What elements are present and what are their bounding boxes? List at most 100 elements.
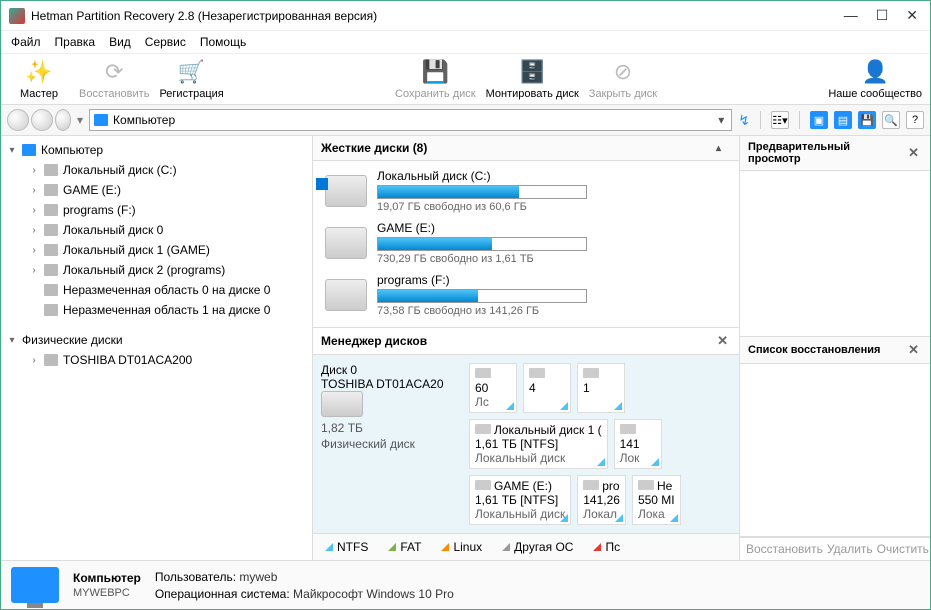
disk-mount-icon: 🗄️ — [516, 58, 548, 86]
refresh-icon[interactable]: ↯ — [738, 112, 750, 129]
part-icon — [638, 480, 654, 490]
hdd-icon — [44, 354, 58, 366]
drive-name: GAME (E:) — [377, 221, 727, 235]
tree-item[interactable]: ›Локальный диск 2 (programs) — [23, 260, 312, 280]
tree-item[interactable]: ›TOSHIBA DT01ACA200 — [23, 350, 312, 370]
recover-action[interactable]: Восстановить — [746, 542, 823, 556]
close-icon[interactable]: ✕ — [905, 145, 922, 161]
save-icon[interactable]: 💾 — [858, 111, 876, 129]
drive-usage-bar — [377, 237, 587, 251]
drive-usage-bar — [377, 185, 587, 199]
search-icon[interactable]: 🔍 — [882, 111, 900, 129]
community-button[interactable]: 👤 Наше сообщество — [828, 58, 922, 100]
nav-back-button[interactable] — [7, 109, 29, 131]
computer-icon — [22, 144, 36, 156]
partition-block[interactable]: Не550 МІЛока — [632, 475, 681, 525]
drive-item[interactable]: GAME (E:) 730,29 ГБ свободно из 1,61 ТБ — [313, 217, 739, 269]
delete-action[interactable]: Удалить — [827, 542, 873, 556]
menu-service[interactable]: Сервис — [145, 35, 186, 49]
tree-item[interactable]: Неразмеченная область 1 на диске 0 — [23, 300, 312, 320]
partition-map: 60Лс41 Локальный диск 1 (1,61 ТБ [NTFS]Ло… — [469, 363, 731, 525]
nav-up-button[interactable] — [55, 109, 71, 131]
collapse-icon[interactable]: ▾ — [7, 145, 17, 156]
hdd-icon — [321, 391, 363, 417]
disk-summary: Диск 0 TOSHIBA DT01ACA20 1,82 ТБ Физичес… — [321, 363, 461, 525]
toggle-view2-icon[interactable]: ▤ — [834, 111, 852, 129]
partition-block[interactable]: 141Лок — [614, 419, 662, 469]
drive-item[interactable]: programs (F:) 73,58 ГБ свободно из 141,2… — [313, 269, 739, 321]
menu-edit[interactable]: Правка — [55, 35, 96, 49]
tree-physical[interactable]: ▾ Физические диски — [1, 330, 312, 350]
drive-icon — [44, 204, 58, 216]
nav-forward-button[interactable] — [31, 109, 53, 131]
view-options-icon[interactable]: ☷▾ — [771, 111, 789, 129]
menu-view[interactable]: Вид — [109, 35, 131, 49]
maximize-button[interactable]: ☐ — [876, 7, 889, 24]
partition-block[interactable]: 1 — [577, 363, 625, 413]
clear-action[interactable]: Очистить — [877, 542, 929, 556]
address-bar: ▾ ▾ ↯ ☷▾ ▣ ▤ 💾 🔍 ? — [1, 105, 930, 136]
drive-icon — [44, 164, 58, 176]
fs-legend: NTFS FAT Linux Другая ОС Пс — [313, 533, 739, 560]
part-icon — [475, 480, 491, 490]
window-title: Hetman Partition Recovery 2.8 (Незарегис… — [31, 9, 844, 23]
address-combo[interactable]: ▾ — [89, 109, 732, 131]
disk-save-icon: 💾 — [419, 58, 451, 86]
tree-item[interactable]: ›Локальный диск (C:) — [23, 160, 312, 180]
minimize-button[interactable]: — — [844, 7, 858, 24]
drive-item[interactable]: Локальный диск (C:) 19,07 ГБ свободно из… — [313, 165, 739, 217]
nav-dropdown-icon[interactable]: ▾ — [77, 113, 83, 127]
part-icon — [583, 368, 599, 378]
person-icon: 👤 — [859, 58, 891, 86]
partition-block[interactable]: Локальный диск 1 (1,61 ТБ [NTFS]Локальны… — [469, 419, 608, 469]
toggle-view1-icon[interactable]: ▣ — [810, 111, 828, 129]
drive-status: 73,58 ГБ свободно из 141,26 ГБ — [377, 305, 727, 317]
tree-item[interactable]: ›programs (F:) — [23, 200, 312, 220]
drive-icon — [44, 284, 58, 296]
help-icon[interactable]: ? — [906, 111, 924, 129]
tree-item[interactable]: ›GAME (E:) — [23, 180, 312, 200]
drive-status: 19,07 ГБ свободно из 60,6 ГБ — [377, 201, 727, 213]
chevron-down-icon[interactable]: ▾ — [715, 113, 727, 127]
close-button[interactable]: ✕ — [906, 7, 918, 24]
tree-computer-children: ›Локальный диск (C:) ›GAME (E:) ›program… — [1, 160, 312, 320]
drive-status: 730,29 ГБ свободно из 1,61 ТБ — [377, 253, 727, 265]
drive-icon — [44, 224, 58, 236]
drive-icon — [325, 227, 367, 259]
close-disk-button[interactable]: ⊘ Закрыть диск — [589, 58, 657, 100]
menu-help[interactable]: Помощь — [200, 35, 246, 49]
app-icon — [9, 8, 25, 24]
mount-disk-button[interactable]: 🗄️ Монтировать диск — [486, 58, 579, 100]
drive-icon — [325, 279, 367, 311]
drive-icon — [44, 304, 58, 316]
partition-block[interactable]: 4 — [523, 363, 571, 413]
recovery-actions: Восстановить Удалить Очистить — [740, 537, 930, 560]
drive-icon — [325, 175, 367, 207]
computer-large-icon — [11, 567, 59, 603]
collapse-icon[interactable]: ▴ — [716, 143, 721, 154]
close-icon[interactable]: ✕ — [905, 342, 922, 358]
drive-name: Локальный диск (C:) — [377, 169, 727, 183]
disk-close-icon: ⊘ — [607, 58, 639, 86]
drive-list: Локальный диск (C:) 19,07 ГБ свободно из… — [313, 161, 739, 327]
tree-computer[interactable]: ▾ Компьютер — [1, 140, 312, 160]
tree-item[interactable]: ›Локальный диск 1 (GAME) — [23, 240, 312, 260]
wizard-button[interactable]: ✨ Мастер — [9, 58, 69, 100]
address-input[interactable] — [113, 113, 715, 127]
drives-panel-header: Жесткие диски (8) ▴ — [313, 136, 739, 161]
preview-panel-header: Предварительный просмотр ✕ — [740, 136, 930, 171]
part-icon — [583, 480, 599, 490]
partition-block[interactable]: pro141,26Локал — [577, 475, 626, 525]
part-icon — [620, 424, 636, 434]
save-disk-button[interactable]: 💾 Сохранить диск — [395, 58, 476, 100]
partition-block[interactable]: 60Лс — [469, 363, 517, 413]
menu-file[interactable]: Файл — [11, 35, 41, 49]
close-icon[interactable]: ✕ — [714, 333, 731, 349]
main-toolbar: ✨ Мастер ⟳ Восстановить 🛒 Регистрация 💾 … — [1, 54, 930, 105]
recover-button[interactable]: ⟳ Восстановить — [79, 58, 149, 100]
register-button[interactable]: 🛒 Регистрация — [159, 58, 223, 100]
partition-block[interactable]: GAME (E:)1,61 ТБ [NTFS]Локальный диск — [469, 475, 571, 525]
tree-item[interactable]: Неразмеченная область 0 на диске 0 — [23, 280, 312, 300]
collapse-icon[interactable]: ▾ — [7, 335, 17, 346]
tree-item[interactable]: ›Локальный диск 0 — [23, 220, 312, 240]
